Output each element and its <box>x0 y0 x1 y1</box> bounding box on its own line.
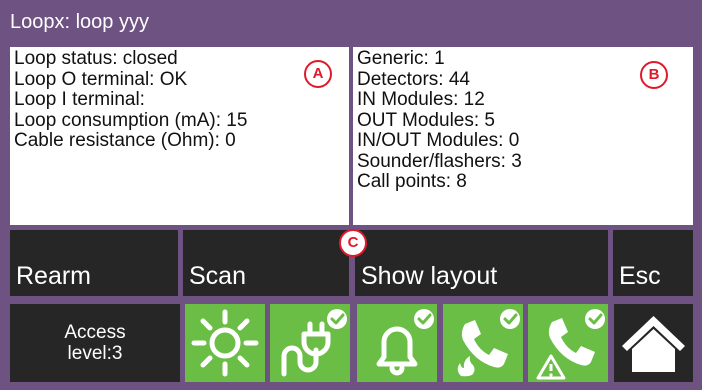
call-points-count-line: Call points: 8 <box>357 171 467 192</box>
sun-icon <box>191 309 259 377</box>
window-title: Loopx: loop yyy <box>10 11 149 33</box>
sounder-flashers-count-line: Sounder/flashers: 3 <box>357 150 522 172</box>
fire-call-icon <box>457 309 520 377</box>
loop-o-terminal-line: Loop O terminal: OK <box>14 68 188 90</box>
loop-consumption-line: Loop consumption (mA): 15 <box>14 109 248 131</box>
marker-a-badge: A <box>304 60 332 88</box>
warning-call-icon <box>536 309 605 380</box>
warning-call-status-tile[interactable] <box>528 304 608 382</box>
sun-status-tile[interactable] <box>185 304 265 382</box>
power-plug-icon <box>281 309 347 377</box>
access-level-value: level:3 <box>67 343 123 364</box>
sounder-status-tile[interactable] <box>357 304 437 382</box>
loop-status-line: Loop status: closed <box>14 48 178 69</box>
loop-status-panel: Loop status: closed Loop O terminal: OK … <box>10 47 349 225</box>
in-modules-count-line: IN Modules: 12 <box>357 89 485 110</box>
show-layout-button[interactable]: Show layout <box>355 230 608 296</box>
home-icon <box>622 316 685 372</box>
marker-b-badge: B <box>640 61 668 89</box>
out-modules-count-line: OUT Modules: 5 <box>357 109 495 131</box>
fire-call-status-tile[interactable] <box>443 304 523 382</box>
power-status-tile[interactable] <box>270 304 350 382</box>
scan-button[interactable]: Scan <box>183 230 349 296</box>
rearm-button[interactable]: Rearm <box>10 230 178 296</box>
marker-c-badge: C <box>339 229 367 257</box>
inout-modules-count-line: IN/OUT Modules: 0 <box>357 130 520 151</box>
access-level-indicator: Access level:3 <box>10 304 180 382</box>
esc-button[interactable]: Esc <box>613 230 693 296</box>
loop-i-terminal-line: Loop I terminal: <box>14 89 145 110</box>
access-label: Access <box>64 322 126 343</box>
cable-resistance-line: Cable resistance (Ohm): 0 <box>14 130 236 151</box>
home-button[interactable] <box>614 304 693 382</box>
bell-icon <box>376 309 434 376</box>
